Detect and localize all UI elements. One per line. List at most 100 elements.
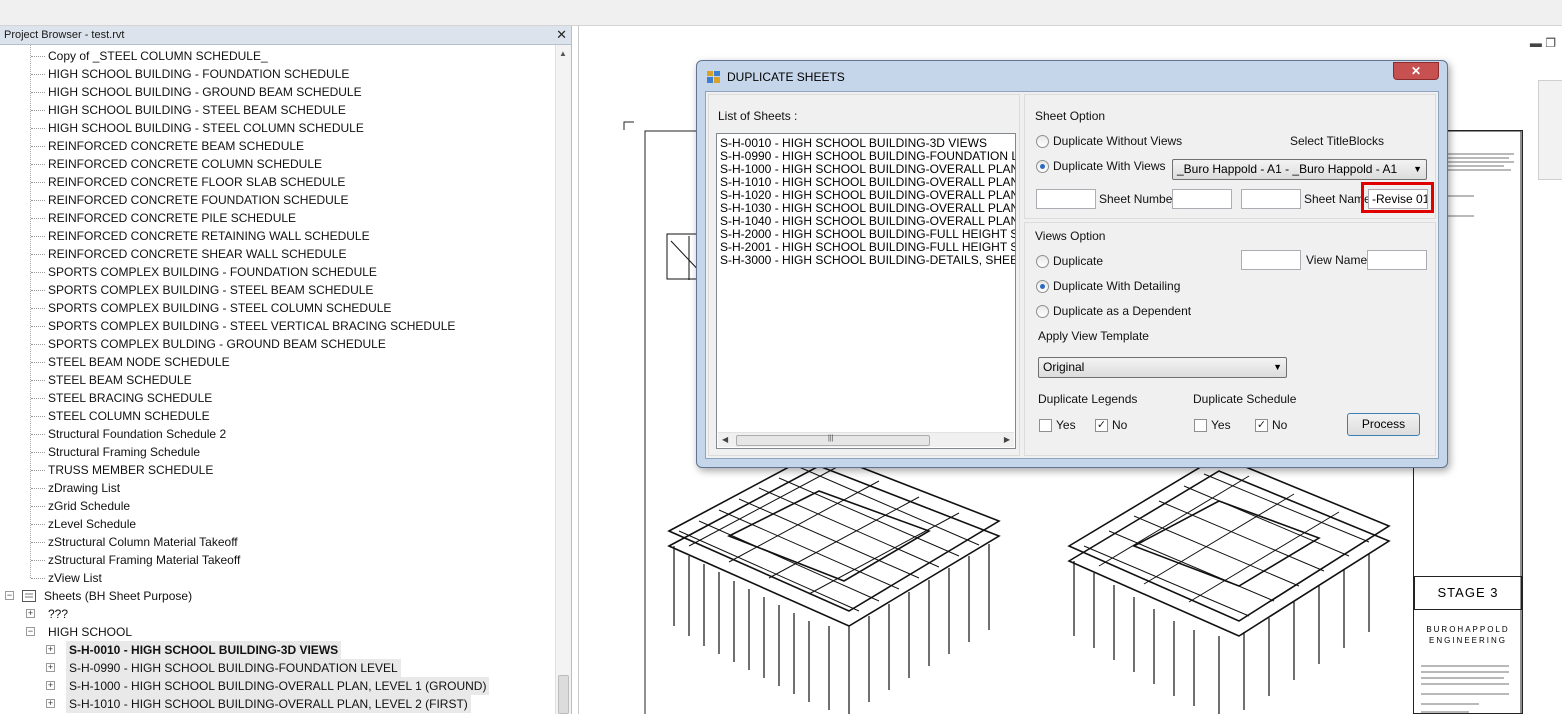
schedule-item[interactable]: REINFORCED CONCRETE COLUMN SCHEDULE <box>0 155 556 173</box>
view-name-label: View Name <box>1306 253 1368 267</box>
schedule-item[interactable]: REINFORCED CONCRETE RETAINING WALL SCHED… <box>0 227 556 245</box>
schedule-item-label: SPORTS COMPLEX BUILDING - STEEL COLUMN S… <box>48 301 392 315</box>
schedule-item[interactable]: SPORTS COMPLEX BUILDING - STEEL COLUMN S… <box>0 299 556 317</box>
project-browser: Project Browser - test.rvt ✕ Copy of _ST… <box>0 26 572 714</box>
schedule-item-label: HIGH SCHOOL BUILDING - GROUND BEAM SCHED… <box>48 85 362 99</box>
sheet-tree-item-label: S-H-1000 - HIGH SCHOOL BUILDING-OVERALL … <box>66 677 490 695</box>
schedule-item[interactable]: Copy of _STEEL COLUMN SCHEDULE_ <box>0 47 556 65</box>
tree-group-high-school[interactable]: − HIGH SCHOOL <box>0 623 556 641</box>
sheet-list-item[interactable]: S-H-1030 - HIGH SCHOOL BUILDING-OVERALL … <box>720 202 1015 215</box>
schedule-item-label: zStructural Column Material Takeoff <box>48 535 238 549</box>
schedule-item[interactable]: zStructural Framing Material Takeoff <box>0 551 556 569</box>
schedule-item[interactable]: REINFORCED CONCRETE PILE SCHEDULE <box>0 209 556 227</box>
sheet-list-item[interactable]: S-H-2001 - HIGH SCHOOL BUILDING-FULL HEI… <box>720 241 1015 254</box>
sheet-name-prefix-input[interactable] <box>1241 189 1301 209</box>
legends-yes-checkbox[interactable] <box>1039 419 1052 432</box>
close-icon[interactable]: ✕ <box>556 27 567 43</box>
schedule-item[interactable]: REINFORCED CONCRETE FOUNDATION SCHEDULE <box>0 191 556 209</box>
tree-connector <box>31 110 45 111</box>
sheets-group[interactable]: − Sheets (BH Sheet Purpose) <box>0 587 556 605</box>
schedule-item[interactable]: STEEL COLUMN SCHEDULE <box>0 407 556 425</box>
schedule-item[interactable]: STEEL BRACING SCHEDULE <box>0 389 556 407</box>
expand-icon[interactable]: + <box>26 609 35 618</box>
schedule-item[interactable]: zView List <box>0 569 556 587</box>
sheet-tree-item[interactable]: + S-H-0010 - HIGH SCHOOL BUILDING-3D VIEW… <box>0 641 556 659</box>
schedule-item[interactable]: zLevel Schedule <box>0 515 556 533</box>
schedule-item-label: STEEL BEAM SCHEDULE <box>48 373 192 387</box>
collapse-icon[interactable]: − <box>26 627 35 636</box>
schedule-item[interactable]: zGrid Schedule <box>0 497 556 515</box>
schedule-item-label: Structural Framing Schedule <box>48 445 201 459</box>
legends-yes-label: Yes <box>1056 418 1076 432</box>
tree-connector <box>31 164 45 165</box>
expand-icon[interactable]: + <box>46 699 55 708</box>
duplicate-with-detailing-radio[interactable] <box>1036 280 1049 293</box>
sheet-list-item[interactable]: S-H-0010 - HIGH SCHOOL BUILDING-3D VIEWS <box>720 137 987 150</box>
process-button[interactable]: Process <box>1347 413 1420 436</box>
schedule-item[interactable]: STEEL BEAM SCHEDULE <box>0 371 556 389</box>
scroll-up-icon[interactable]: ▲ <box>559 49 567 58</box>
schedule-item[interactable]: SPORTS COMPLEX BUILDING - STEEL VERTICAL… <box>0 317 556 335</box>
logo-line-2: ENGINEERING <box>1428 636 1507 645</box>
schedule-item-label: HIGH SCHOOL BUILDING - STEEL COLUMN SCHE… <box>48 121 364 135</box>
sheet-list-item[interactable]: S-H-1040 - HIGH SCHOOL BUILDING-OVERALL … <box>720 215 1015 228</box>
duplicate-as-dependent-radio[interactable] <box>1036 305 1049 318</box>
expand-icon[interactable]: + <box>46 681 55 690</box>
project-browser-tree: Copy of _STEEL COLUMN SCHEDULE_ HIGH SCHO… <box>0 45 556 714</box>
duplicate-with-views-radio[interactable] <box>1036 160 1049 173</box>
duplicate-without-views-label: Duplicate Without Views <box>1053 134 1183 148</box>
schedule-item[interactable]: REINFORCED CONCRETE BEAM SCHEDULE <box>0 137 556 155</box>
schedule-item[interactable]: HIGH SCHOOL BUILDING - GROUND BEAM SCHED… <box>0 83 556 101</box>
schedule-item[interactable]: zStructural Column Material Takeoff <box>0 533 556 551</box>
view-template-dropdown[interactable]: Original ▼ <box>1038 357 1287 378</box>
schedule-item[interactable]: SPORTS COMPLEX BUILDING - STEEL BEAM SCH… <box>0 281 556 299</box>
schedule-item[interactable]: Structural Framing Schedule <box>0 443 556 461</box>
tree-group-unknown[interactable]: +??? <box>0 605 556 623</box>
tree-connector <box>31 218 45 219</box>
sheet-list-item[interactable]: S-H-1010 - HIGH SCHOOL BUILDING-OVERALL … <box>720 176 1015 189</box>
schedule-item[interactable]: HIGH SCHOOL BUILDING - FOUNDATION SCHEDU… <box>0 65 556 83</box>
titleblock-dropdown[interactable]: _Buro Happold - A1 - _Buro Happold - A1 … <box>1172 159 1427 180</box>
duplicate-without-views-radio[interactable] <box>1036 135 1049 148</box>
schedule-item[interactable]: SPORTS COMPLEX BULDING - GROUND BEAM SCH… <box>0 335 556 353</box>
sheet-list-item[interactable]: S-H-2000 - HIGH SCHOOL BUILDING-FULL HEI… <box>720 228 1015 241</box>
scroll-left-icon[interactable]: ◀ <box>722 435 728 444</box>
schedule-item[interactable]: HIGH SCHOOL BUILDING - STEEL COLUMN SCHE… <box>0 119 556 137</box>
project-browser-scrollbar[interactable]: ▲ <box>555 45 571 714</box>
legends-no-checkbox[interactable]: ✓ <box>1095 419 1108 432</box>
view-name-prefix-input[interactable] <box>1241 250 1301 270</box>
collapse-icon[interactable]: − <box>5 591 14 600</box>
grip-icon: ||| <box>828 435 834 442</box>
sheet-list-hscrollbar[interactable]: ◀ ||| ▶ <box>718 432 1014 447</box>
project-browser-title: Project Browser - test.rvt <box>4 29 125 41</box>
sheet-tree-item[interactable]: + S-H-1010 - HIGH SCHOOL BUILDING-OVERALL… <box>0 695 556 713</box>
duplicate-radio[interactable] <box>1036 255 1049 268</box>
sheet-number-prefix-input[interactable] <box>1036 189 1096 209</box>
schedule-item[interactable]: zDrawing List <box>0 479 556 497</box>
schedule-yes-checkbox[interactable] <box>1194 419 1207 432</box>
expand-icon[interactable]: + <box>46 663 55 672</box>
schedule-item-label: STEEL BEAM NODE SCHEDULE <box>48 355 230 369</box>
expand-icon[interactable]: + <box>46 645 55 654</box>
sheet-list-item[interactable]: S-H-1020 - HIGH SCHOOL BUILDING-OVERALL … <box>720 189 1015 202</box>
schedule-item[interactable]: REINFORCED CONCRETE FLOOR SLAB SCHEDULE <box>0 173 556 191</box>
sheet-listbox[interactable]: S-H-3000 - HIGH SCHOOL BUILDING-DETAILS,… <box>716 133 1016 449</box>
scrollbar-thumb[interactable] <box>558 675 569 714</box>
sheet-tree-item[interactable]: + S-H-1000 - HIGH SCHOOL BUILDING-OVERALL… <box>0 677 556 695</box>
schedule-item[interactable]: STEEL BEAM NODE SCHEDULE <box>0 353 556 371</box>
schedule-item[interactable]: TRUSS MEMBER SCHEDULE <box>0 461 556 479</box>
sheet-tree-item-label: S-H-1010 - HIGH SCHOOL BUILDING-OVERALL … <box>66 695 471 713</box>
view-name-suffix-input[interactable] <box>1367 250 1427 270</box>
sheet-list-item[interactable]: S-H-3000 - HIGH SCHOOL BUILDING-DETAILS,… <box>720 254 1015 267</box>
sheet-number-suffix-input[interactable] <box>1172 189 1232 209</box>
dialog-close-button[interactable]: ✕ <box>1393 62 1439 80</box>
sheet-list-item[interactable]: S-H-0990 - HIGH SCHOOL BUILDING-FOUNDATI… <box>720 150 1015 163</box>
sheet-tree-item[interactable]: + S-H-0990 - HIGH SCHOOL BUILDING-FOUNDAT… <box>0 659 556 677</box>
scroll-right-icon[interactable]: ▶ <box>1004 435 1010 444</box>
sheet-list-item[interactable]: S-H-1000 - HIGH SCHOOL BUILDING-OVERALL … <box>720 163 1015 176</box>
schedule-no-checkbox[interactable]: ✓ <box>1255 419 1268 432</box>
schedule-item[interactable]: Structural Foundation Schedule 2 <box>0 425 556 443</box>
schedule-item[interactable]: SPORTS COMPLEX BUILDING - FOUNDATION SCH… <box>0 263 556 281</box>
schedule-item[interactable]: HIGH SCHOOL BUILDING - STEEL BEAM SCHEDU… <box>0 101 556 119</box>
schedule-item[interactable]: REINFORCED CONCRETE SHEAR WALL SCHEDULE <box>0 245 556 263</box>
